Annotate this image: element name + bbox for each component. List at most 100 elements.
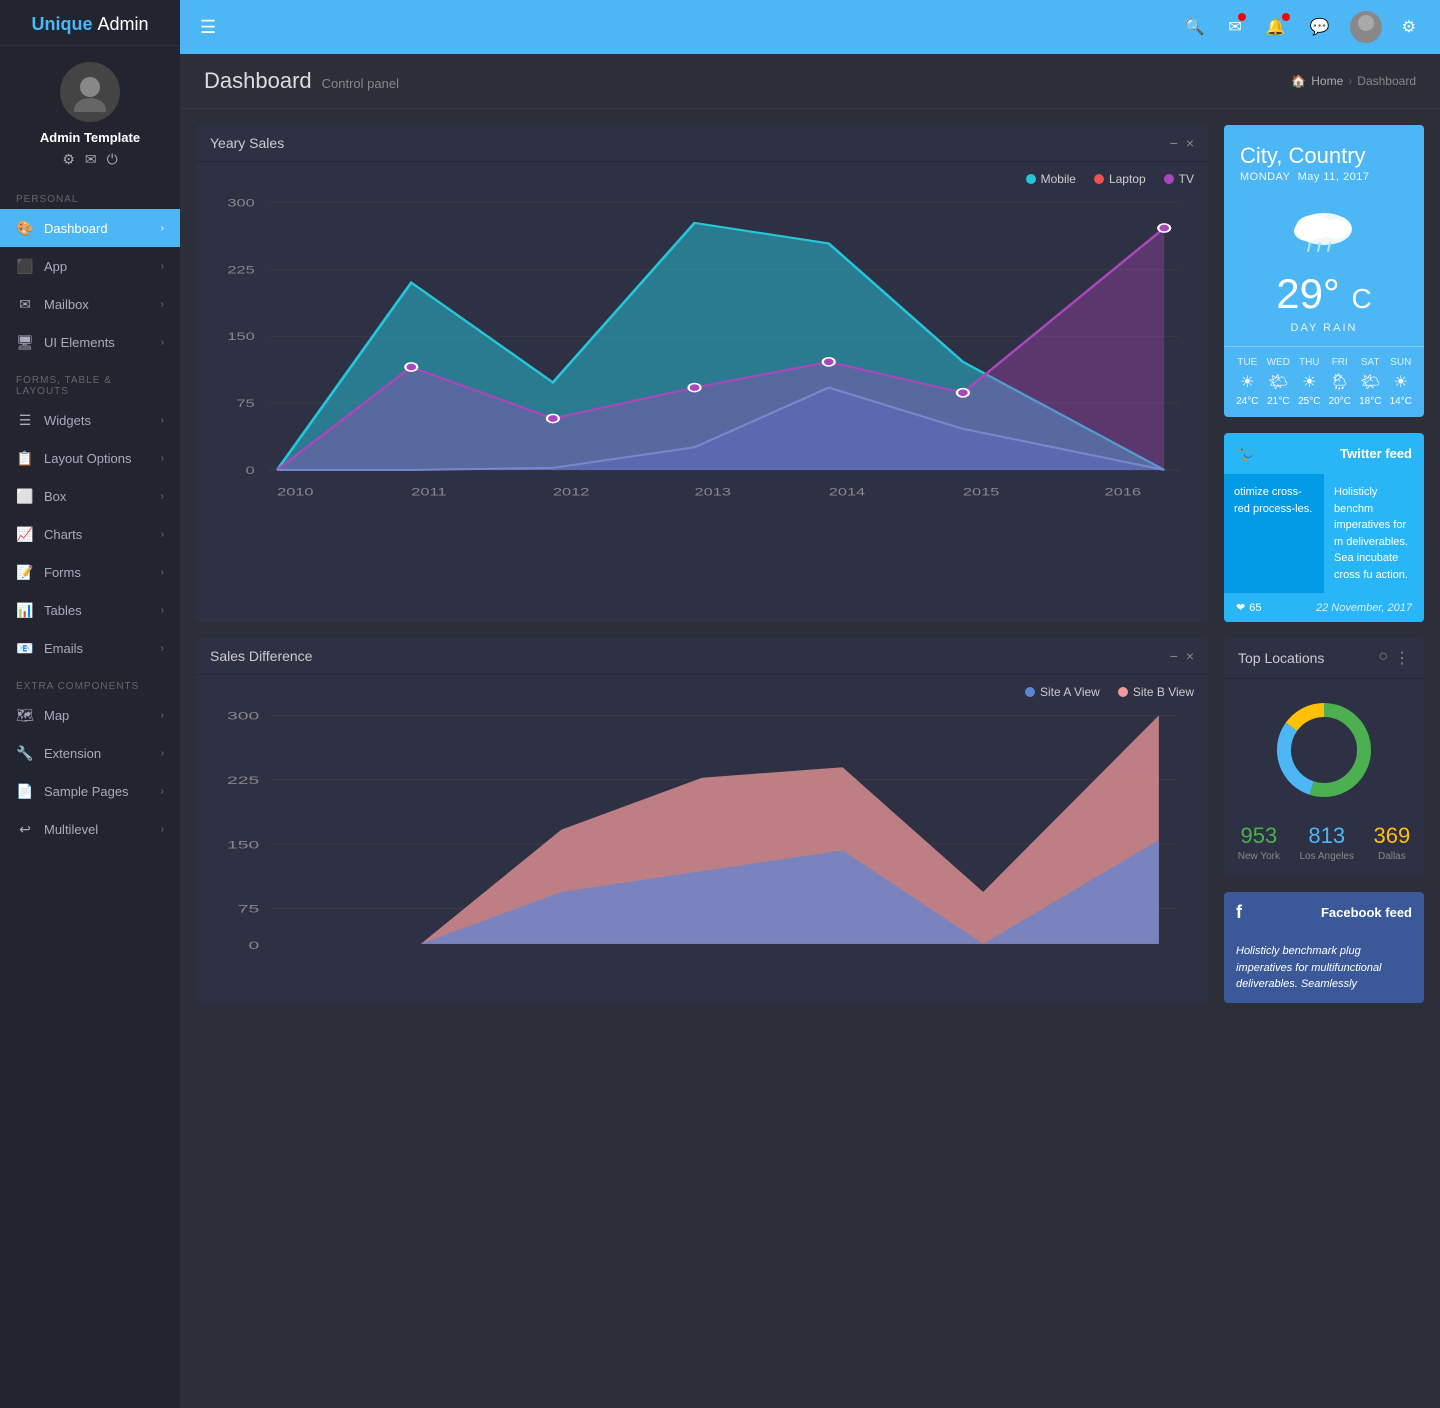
sidebar-item-multilevel[interactable]: ↩ Multilevel › bbox=[0, 810, 180, 848]
sidebar-item-label: UI Elements bbox=[44, 335, 115, 350]
sidebar-item-widgets[interactable]: ☰ Widgets › bbox=[0, 401, 180, 439]
svg-text:75: 75 bbox=[236, 397, 254, 410]
section-personal-label: PERSONAL bbox=[0, 180, 180, 209]
sidebar-item-label: Dashboard bbox=[44, 221, 108, 236]
weather-city: City, Country bbox=[1224, 125, 1424, 169]
forecast-sun: SUN ☀ 14°C bbox=[1390, 357, 1412, 407]
sidebar-item-sample-pages[interactable]: 📄 Sample Pages › bbox=[0, 772, 180, 810]
forecast-fri: FRI 🌦 20°C bbox=[1329, 357, 1351, 407]
avatar[interactable] bbox=[60, 62, 120, 122]
svg-text:225: 225 bbox=[227, 263, 255, 276]
weather-forecast: TUE ☀ 24°C WED 🌤 21°C THU ☀ 25°C bbox=[1224, 346, 1424, 417]
mail-icon[interactable]: ✉ bbox=[1228, 17, 1241, 37]
weather-temp: 29° C bbox=[1224, 266, 1424, 322]
close-icon[interactable]: × bbox=[1186, 135, 1194, 151]
new-york-count: 953 bbox=[1238, 823, 1280, 849]
sidebar-item-charts[interactable]: 📈 Charts › bbox=[0, 515, 180, 553]
sidebar-item-ui-elements[interactable]: 🖥 UI Elements › bbox=[0, 323, 180, 361]
minimize-icon[interactable]: − bbox=[1170, 135, 1178, 151]
sidebar-item-left: 🔧 Extension bbox=[16, 744, 101, 762]
svg-text:2016: 2016 bbox=[1105, 485, 1142, 498]
svg-text:2014: 2014 bbox=[829, 485, 866, 498]
sidebar-item-label: Layout Options bbox=[44, 451, 131, 466]
site-b-dot bbox=[1118, 687, 1128, 697]
sales-diff-title: Sales Difference bbox=[210, 648, 312, 664]
page-title: Dashboard bbox=[204, 68, 312, 94]
right-panel: City, Country MONDAY May 11, 2017 bbox=[1224, 125, 1424, 622]
likes-count: 65 bbox=[1249, 602, 1261, 614]
sidebar-item-label: Mailbox bbox=[44, 297, 89, 312]
sidebar-item-forms[interactable]: 📝 Forms › bbox=[0, 553, 180, 591]
message-icon[interactable]: 💬 bbox=[1310, 17, 1330, 37]
arrow-icon: › bbox=[161, 786, 164, 797]
more-icon[interactable]: ⋮ bbox=[1394, 648, 1410, 668]
arrow-icon: › bbox=[161, 261, 164, 272]
tv-dot bbox=[1164, 174, 1174, 184]
sidebar-item-box[interactable]: ⬜ Box › bbox=[0, 477, 180, 515]
weather-icon-wrap bbox=[1224, 191, 1424, 266]
sidebar-item-label: Widgets bbox=[44, 413, 91, 428]
menu-toggle-icon[interactable]: ☰ bbox=[200, 17, 216, 38]
forecast-temp: 25°C bbox=[1298, 396, 1320, 407]
yearly-sales-widget: Yeary Sales − × Mobile Laptop bbox=[196, 125, 1208, 622]
sidebar-item-layout-options[interactable]: 📋 Layout Options › bbox=[0, 439, 180, 477]
legend-site-b: Site B View bbox=[1118, 685, 1194, 699]
sidebar-item-emails[interactable]: 📧 Emails › bbox=[0, 629, 180, 667]
svg-text:225: 225 bbox=[227, 775, 259, 787]
forecast-day-name: SUN bbox=[1390, 357, 1411, 368]
dallas-count: 369 bbox=[1374, 823, 1411, 849]
sidebar-item-extension[interactable]: 🔧 Extension › bbox=[0, 734, 180, 772]
search-icon[interactable]: 🔍 bbox=[1184, 17, 1204, 37]
yearly-chart-area: 300 225 150 75 0 2010 2011 2012 2013 201… bbox=[196, 192, 1208, 552]
emails-icon: 📧 bbox=[16, 639, 34, 657]
forecast-temp: 14°C bbox=[1390, 396, 1412, 407]
sidebar-item-left: 🖥 UI Elements bbox=[16, 333, 115, 351]
chart-legend: Mobile Laptop TV bbox=[196, 162, 1208, 192]
sidebar-item-label: Emails bbox=[44, 641, 83, 656]
dallas-label: Dallas bbox=[1374, 851, 1411, 862]
email-icon[interactable]: ✉ bbox=[85, 151, 97, 168]
notification-icon[interactable]: 🔔 bbox=[1266, 17, 1286, 37]
user-avatar[interactable] bbox=[1350, 11, 1382, 43]
svg-text:75: 75 bbox=[238, 903, 260, 915]
arrow-icon: › bbox=[161, 299, 164, 310]
settings-icon[interactable]: ⚙ bbox=[1402, 17, 1416, 37]
brand-unique: Unique bbox=[31, 14, 92, 34]
sidebar-item-mailbox[interactable]: ✉ Mailbox › bbox=[0, 285, 180, 323]
donut-chart-svg bbox=[1269, 695, 1379, 805]
breadcrumb-home[interactable]: Home bbox=[1311, 74, 1343, 88]
power-icon[interactable]: ⏻ bbox=[107, 151, 118, 168]
sidebar-item-dashboard[interactable]: 🎨 Dashboard › bbox=[0, 209, 180, 247]
refresh-icon[interactable]: ○ bbox=[1378, 648, 1388, 668]
sales-diff-legend: Site A View Site B View bbox=[196, 675, 1208, 705]
sidebar-item-map[interactable]: 🗺 Map › bbox=[0, 696, 180, 734]
minimize-icon[interactable]: − bbox=[1170, 648, 1178, 664]
twitter-footer: ❤ 65 22 November, 2017 bbox=[1224, 593, 1424, 622]
site-a-dot bbox=[1025, 687, 1035, 697]
forecast-day-name: THU bbox=[1299, 357, 1320, 368]
laptop-label: Laptop bbox=[1109, 172, 1146, 186]
sidebar-item-tables[interactable]: 📊 Tables › bbox=[0, 591, 180, 629]
svg-text:2012: 2012 bbox=[553, 485, 590, 498]
svg-text:150: 150 bbox=[227, 839, 259, 851]
facebook-body: Holisticly benchmark plug imperatives fo… bbox=[1224, 933, 1424, 1003]
sidebar-item-app[interactable]: ⬛ App › bbox=[0, 247, 180, 285]
arrow-icon: › bbox=[161, 567, 164, 578]
los-angeles-count: 813 bbox=[1300, 823, 1355, 849]
forecast-temp: 20°C bbox=[1329, 396, 1351, 407]
settings-icon[interactable]: ⚙ bbox=[62, 151, 75, 168]
twitter-date: 22 November, 2017 bbox=[1316, 602, 1412, 614]
avatar-image bbox=[70, 72, 110, 112]
forecast-icon: 🌦 bbox=[1330, 372, 1350, 392]
topbar: ☰ 🔍 ✉ 🔔 💬 ⚙ bbox=[180, 0, 1440, 54]
breadcrumb: 🏠 Home › Dashboard bbox=[1291, 74, 1416, 88]
svg-text:2010: 2010 bbox=[277, 485, 314, 498]
forecast-day-name: FRI bbox=[1332, 357, 1348, 368]
close-icon[interactable]: × bbox=[1186, 648, 1194, 664]
top-locations-header: Top Locations ○ ⋮ bbox=[1224, 638, 1424, 679]
forecast-wed: WED 🌤 21°C bbox=[1267, 357, 1290, 407]
sidebar-item-label: Multilevel bbox=[44, 822, 98, 837]
breadcrumb-current: Dashboard bbox=[1357, 74, 1416, 88]
twitter-header: 🐦 Twitter feed bbox=[1224, 433, 1424, 474]
content: Yeary Sales − × Mobile Laptop bbox=[180, 109, 1440, 1408]
